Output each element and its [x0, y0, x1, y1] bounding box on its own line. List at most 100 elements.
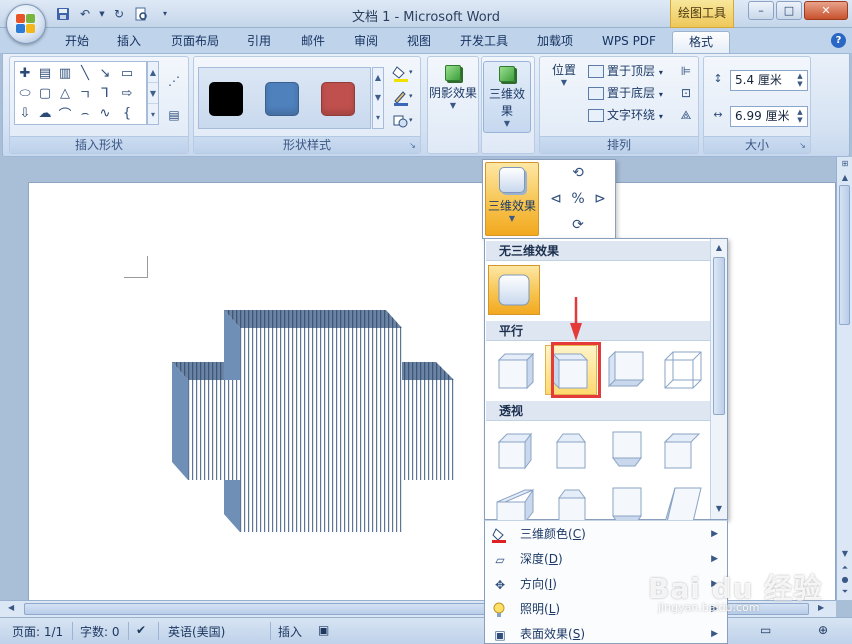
minimize-button[interactable]: –: [748, 1, 774, 20]
tab-add-ins[interactable]: 加载项: [528, 31, 582, 53]
edit-shape-icon[interactable]: ⋰: [162, 71, 186, 91]
spin-buttons-icon[interactable]: ▲ ▼: [794, 72, 806, 89]
freeform-shape-icon[interactable]: ⌒: [55, 104, 75, 123]
prev-page-icon[interactable]: ⏶: [838, 563, 852, 573]
text-wrap-button[interactable]: 文字环绕 ▾: [588, 105, 663, 125]
office-button[interactable]: [6, 4, 46, 44]
cross-shape-icon[interactable]: ✚: [15, 64, 35, 82]
menu-item-depth[interactable]: ▱ 深度(D) ▶: [486, 547, 726, 572]
textbox-shape-icon[interactable]: ▤: [35, 64, 55, 82]
elbow-arrow-shape-icon[interactable]: ⅂: [95, 84, 115, 102]
shape-outline-icon[interactable]: ▾: [390, 87, 416, 107]
oval-shape-icon[interactable]: ⬭: [15, 84, 35, 102]
zoom-slider-icon[interactable]: ▭: [760, 623, 771, 637]
rounded-rect-shape-icon[interactable]: ▢: [35, 84, 55, 102]
triangle-shape-icon[interactable]: △: [55, 84, 75, 102]
more-icon[interactable]: ▾: [373, 108, 383, 128]
spin-buttons-icon[interactable]: ▲ ▼: [794, 108, 806, 125]
print-preview-icon[interactable]: [132, 5, 150, 22]
3d-effects-ribbon-button[interactable]: 三维效果 ▼: [483, 61, 531, 133]
scroll-down-icon[interactable]: ▼: [713, 503, 725, 515]
scroll-up-icon[interactable]: ▲: [838, 173, 852, 182]
close-button[interactable]: ✕: [804, 1, 848, 20]
vertical-scroll-thumb[interactable]: [839, 185, 850, 325]
shape-styles-gallery[interactable]: [198, 67, 371, 129]
browse-object-icon[interactable]: ●: [838, 575, 852, 584]
zoom-in-icon[interactable]: ⊕: [818, 623, 828, 637]
scroll-up-icon[interactable]: ▲: [373, 68, 383, 88]
align-icon[interactable]: ⊫: [674, 61, 698, 81]
tilt-left-icon[interactable]: ⊲: [547, 190, 565, 208]
scroll-down-icon[interactable]: ▼: [373, 88, 383, 108]
width-input[interactable]: 6.99 厘米 ▲ ▼: [730, 105, 808, 127]
tab-insert[interactable]: 插入: [108, 31, 150, 53]
shapes-gallery-scroll[interactable]: ▲ ▼ ▾: [147, 61, 159, 125]
scroll-down-icon[interactable]: ▼: [838, 549, 852, 558]
wave-shape-icon[interactable]: ∿: [95, 104, 115, 122]
3d-cross-shape[interactable]: [172, 310, 456, 534]
next-page-icon[interactable]: ⏷: [838, 587, 852, 597]
style-swatch-blue[interactable]: [265, 82, 299, 116]
status-words[interactable]: 字数: 0: [80, 623, 120, 640]
tab-format[interactable]: 格式: [672, 31, 730, 53]
help-icon[interactable]: ?: [831, 33, 846, 48]
undo-icon[interactable]: ↶: [76, 5, 94, 22]
rotate-icon[interactable]: ⟁: [674, 105, 698, 125]
shapes-gallery[interactable]: ✚ ▤ ▥ ╲ ↘ ▭ ⬭ ▢ △ ㄱ ⅂ ⇨ ⇩ ☁ ⌒ ⌢ ∿ {: [14, 61, 147, 125]
menu-item-surface[interactable]: ▣ 表面效果(S) ▶: [486, 622, 726, 644]
tab-developer[interactable]: 开发工具: [452, 31, 516, 53]
vertical-textbox-shape-icon[interactable]: ▥: [55, 64, 75, 82]
undo-dropdown-icon[interactable]: ▼: [98, 5, 106, 22]
add-text-icon[interactable]: ▤: [162, 105, 186, 125]
menu-item-lighting[interactable]: 照明(L) ▶: [486, 597, 726, 622]
perspective-3d-style-3[interactable]: [601, 425, 653, 475]
tilt-down-icon[interactable]: ⟳: [569, 216, 587, 234]
proofing-icon[interactable]: ✔: [136, 623, 146, 637]
3d-effects-dropdown-button[interactable]: 三维效果 ▼: [485, 162, 539, 236]
parallel-3d-style-3[interactable]: [601, 345, 653, 395]
dialog-launcher-icon[interactable]: ↘: [407, 140, 418, 151]
tab-view[interactable]: 视图: [398, 31, 440, 53]
height-input[interactable]: 5.4 厘米 ▲ ▼: [730, 69, 808, 91]
tab-home[interactable]: 开始: [56, 31, 98, 53]
view-ruler-icon[interactable]: ⊞: [838, 159, 852, 168]
style-swatch-black[interactable]: [209, 82, 243, 116]
parallel-3d-style-4[interactable]: [657, 345, 709, 395]
status-language[interactable]: 英语(美国): [168, 623, 225, 640]
shape-styles-scroll[interactable]: ▲ ▼ ▾: [372, 67, 384, 129]
more-icon[interactable]: ▾: [148, 104, 158, 125]
tab-review[interactable]: 审阅: [345, 31, 387, 53]
parallel-3d-style-1[interactable]: [489, 345, 541, 395]
tab-page-layout[interactable]: 页面布局: [162, 31, 228, 53]
arrow-line-shape-icon[interactable]: ↘: [95, 64, 115, 82]
bring-to-front-button[interactable]: 置于顶层 ▾: [588, 61, 663, 81]
tilt-up-icon[interactable]: ⟲: [569, 164, 587, 182]
line-shape-icon[interactable]: ╲: [75, 64, 95, 82]
elbow-connector-shape-icon[interactable]: ㄱ: [75, 84, 95, 103]
down-arrow-shape-icon[interactable]: ⇩: [15, 104, 35, 122]
redo-icon[interactable]: ↻: [110, 5, 128, 22]
dialog-launcher-icon[interactable]: ↘: [797, 140, 808, 151]
style-swatch-red[interactable]: [321, 82, 355, 116]
tab-references[interactable]: 引用: [238, 31, 280, 53]
gallery-scroll-thumb[interactable]: [713, 257, 725, 415]
scroll-left-icon[interactable]: ◀: [8, 603, 14, 612]
parallel-3d-style-2[interactable]: [545, 345, 597, 395]
maximize-button[interactable]: □: [776, 1, 802, 20]
shape-fill-icon[interactable]: ▾: [390, 63, 416, 83]
tab-mailings[interactable]: 邮件: [292, 31, 334, 53]
perspective-3d-style-1[interactable]: [489, 425, 541, 475]
perspective-3d-style-4[interactable]: [657, 425, 709, 475]
tilt-right-icon[interactable]: ⊳: [591, 190, 609, 208]
save-icon[interactable]: [54, 5, 72, 22]
group-objects-icon[interactable]: ⊡: [674, 83, 698, 103]
gallery-scrollbar[interactable]: ▲ ▼: [710, 239, 727, 519]
position-button[interactable]: 位置 ▼: [544, 61, 592, 271]
macro-record-icon[interactable]: ▣: [318, 623, 329, 637]
scroll-right-icon[interactable]: ▶: [818, 603, 824, 612]
curve-shape-icon[interactable]: ⌢: [75, 104, 95, 122]
shadow-effects-button[interactable]: 阴影效果 ▼: [429, 61, 477, 133]
vertical-scrollbar[interactable]: ⊞ ▲ ▼ ⏶ ● ⏷: [836, 157, 852, 600]
3d-toggle-icon[interactable]: %: [569, 190, 587, 208]
status-insert-mode[interactable]: 插入: [278, 623, 302, 640]
